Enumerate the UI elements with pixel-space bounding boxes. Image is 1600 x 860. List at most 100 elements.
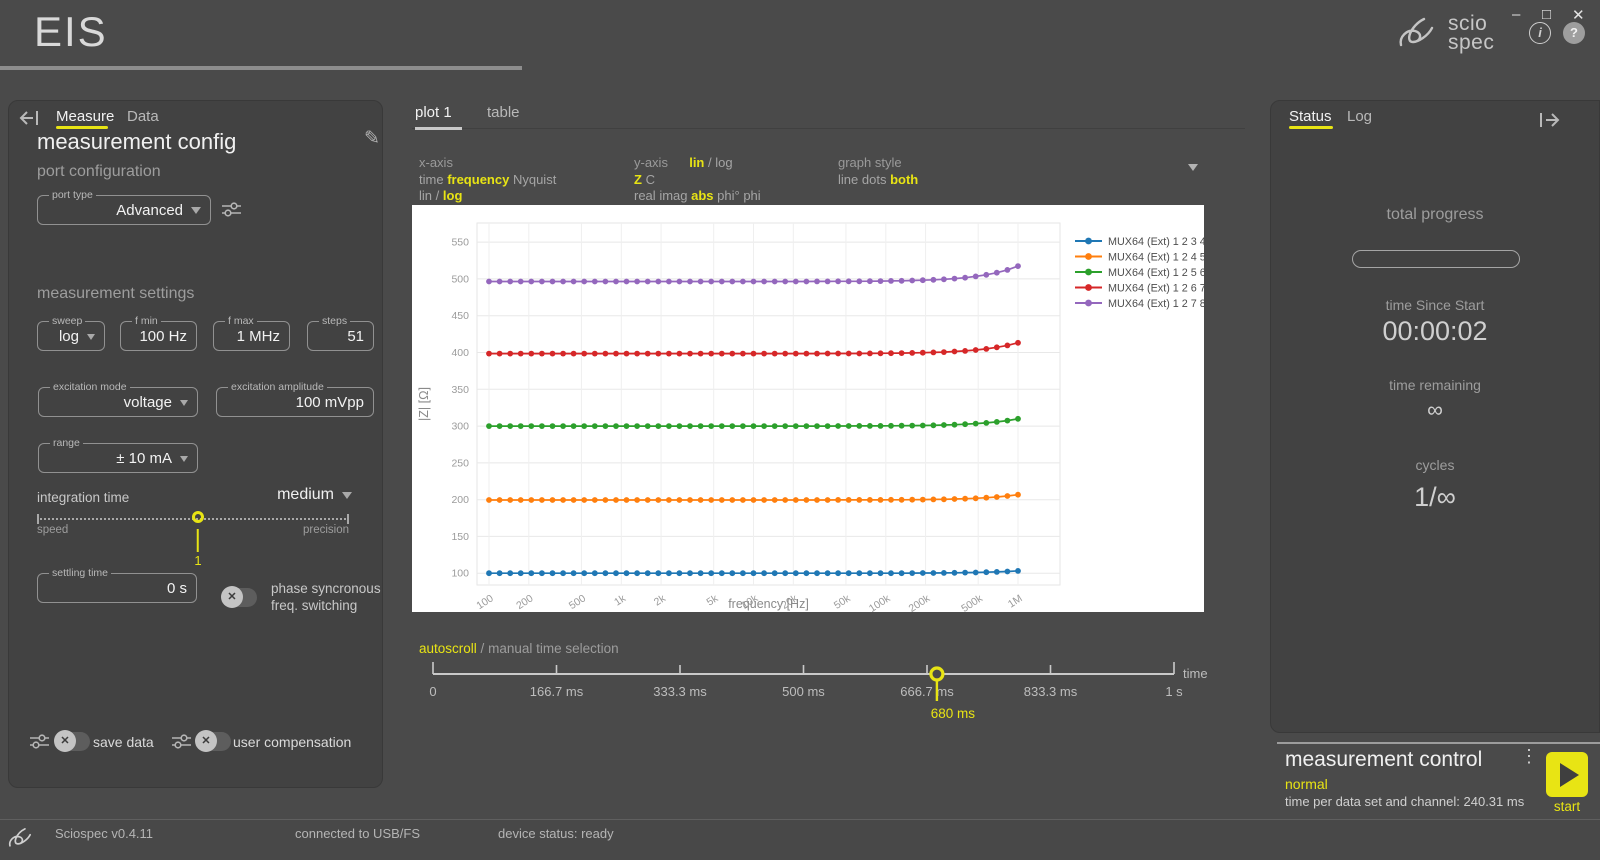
x-axis-mode-frequency[interactable]: frequency xyxy=(447,172,509,187)
sweep-dropdown[interactable]: sweep log xyxy=(37,315,105,351)
manual-time-selection-option[interactable]: manual time selection xyxy=(488,641,619,656)
collapse-right-icon[interactable] xyxy=(1536,110,1560,130)
y-axis-component-imag[interactable]: imag xyxy=(659,188,687,203)
settling-time-value: 0 s xyxy=(167,580,187,597)
excitation-amplitude-field[interactable]: excitation amplitude 100 mVpp xyxy=(216,381,374,417)
y-axis-quantity-z[interactable]: Z xyxy=(634,172,642,187)
svg-text:|Z| [Ω]: |Z| [Ω] xyxy=(417,387,431,421)
svg-text:100: 100 xyxy=(451,568,469,580)
svg-text:0: 0 xyxy=(429,684,436,699)
connection-status: connected to USB/FS xyxy=(295,826,420,841)
slider-precision-label: precision xyxy=(303,524,349,536)
svg-text:MUX64 (Ext) 1 2 5 6: MUX64 (Ext) 1 2 5 6 xyxy=(1108,267,1204,279)
plot-options-collapse-chevron-icon[interactable] xyxy=(1188,158,1198,176)
settling-time-field[interactable]: settling time 0 s xyxy=(37,567,197,603)
graph-style-both[interactable]: both xyxy=(890,172,918,187)
excitation-mode-label: excitation mode xyxy=(50,381,130,393)
tab-table[interactable]: table xyxy=(487,104,520,121)
save-data-toggle[interactable]: ✕ xyxy=(56,732,90,751)
separator: / xyxy=(481,641,485,656)
f-max-label: f max xyxy=(225,315,257,327)
svg-text:300: 300 xyxy=(451,421,469,433)
chevron-down-icon xyxy=(180,400,188,406)
svg-text:frequency [Hz]: frequency [Hz] xyxy=(728,597,809,611)
svg-text:500 ms: 500 ms xyxy=(782,684,825,699)
info-icon[interactable]: i xyxy=(1529,22,1551,44)
tab-plot-1[interactable]: plot 1 xyxy=(415,104,452,121)
tab-status[interactable]: Status xyxy=(1289,108,1332,125)
svg-text:833.3 ms: 833.3 ms xyxy=(1024,684,1078,699)
tab-row-divider xyxy=(412,128,1245,129)
save-data-sliders-icon[interactable] xyxy=(29,733,50,750)
svg-text:MUX64 (Ext) 1 2 4 5: MUX64 (Ext) 1 2 4 5 xyxy=(1108,251,1204,263)
f-max-value: 1 MHz xyxy=(237,328,280,345)
tab-measure[interactable]: Measure xyxy=(56,108,114,125)
graph-style-controls: graph style line dots both xyxy=(838,155,918,188)
y-axis-scale-log[interactable]: log xyxy=(715,155,732,170)
y-axis-quantity-c[interactable]: C xyxy=(646,172,655,187)
y-axis-component-real[interactable]: real xyxy=(634,188,656,203)
graph-style-dots[interactable]: dots xyxy=(862,172,887,187)
svg-text:100: 100 xyxy=(474,592,495,612)
measurement-settings-heading: measurement settings xyxy=(37,285,194,303)
user-compensation-label: user compensation xyxy=(233,734,351,750)
help-icon[interactable]: ? xyxy=(1563,22,1585,44)
steps-field[interactable]: steps 51 xyxy=(307,315,374,351)
integration-time-dropdown[interactable]: medium xyxy=(277,486,352,504)
cycles-value: 1/∞ xyxy=(1271,482,1599,513)
x-axis-scale-log[interactable]: log xyxy=(443,188,463,203)
f-min-value: 100 Hz xyxy=(139,328,187,345)
time-slider[interactable]: 0166.7 ms333.3 ms500 ms666.7 ms833.3 ms1… xyxy=(412,660,1212,740)
autoscroll-option[interactable]: autoscroll xyxy=(419,641,477,656)
graph-style-line[interactable]: line xyxy=(838,172,858,187)
f-min-field[interactable]: f min 100 Hz xyxy=(120,315,197,351)
status-bar: Sciospec v0.4.11 connected to USB/FS dev… xyxy=(0,819,1600,860)
user-compensation-toggle[interactable]: ✕ xyxy=(197,732,231,751)
svg-text:MUX64 (Ext) 1 2 6 7: MUX64 (Ext) 1 2 6 7 xyxy=(1108,282,1204,294)
port-configuration-heading: port configuration xyxy=(37,163,161,181)
kebab-menu-icon[interactable]: ⋮ xyxy=(1520,746,1538,767)
minimize-button[interactable]: – xyxy=(1512,6,1520,23)
tab-log[interactable]: Log xyxy=(1347,108,1372,125)
time-remaining-value: ∞ xyxy=(1271,397,1599,423)
x-axis-scale-lin[interactable]: lin xyxy=(419,188,432,203)
svg-text:50k: 50k xyxy=(832,592,853,612)
cycles-label: cycles xyxy=(1271,457,1599,473)
device-status: device status: ready xyxy=(498,826,614,841)
excitation-mode-value: voltage xyxy=(124,394,172,411)
f-max-field[interactable]: f max 1 MHz xyxy=(213,315,290,351)
x-axis-mode-time[interactable]: time xyxy=(419,172,444,187)
y-axis-component-abs[interactable]: abs xyxy=(691,188,713,203)
integration-slider-track[interactable]: 1 xyxy=(37,518,349,520)
start-button[interactable] xyxy=(1546,752,1588,797)
svg-text:2k: 2k xyxy=(652,592,668,609)
svg-text:250: 250 xyxy=(451,457,469,469)
excitation-mode-dropdown[interactable]: excitation mode voltage xyxy=(38,381,198,417)
app-title: EIS xyxy=(34,8,108,56)
maximize-button[interactable]: □ xyxy=(1542,6,1551,23)
port-settings-sliders-icon[interactable] xyxy=(221,201,242,218)
range-dropdown[interactable]: range ± 10 mA xyxy=(38,437,198,473)
footer-logo-icon xyxy=(8,824,38,852)
steps-value: 51 xyxy=(347,328,364,345)
y-axis-scale-lin[interactable]: lin xyxy=(689,155,704,170)
user-compensation-sliders-icon[interactable] xyxy=(171,733,192,750)
measurement-mode: normal xyxy=(1285,776,1328,792)
phase-sync-label-1: phase syncronous xyxy=(271,581,381,596)
svg-text:500: 500 xyxy=(567,592,588,612)
integration-slider-handle[interactable] xyxy=(192,511,204,523)
svg-text:MUX64 (Ext) 1 2 3 4: MUX64 (Ext) 1 2 3 4 xyxy=(1108,236,1204,248)
edit-pencil-icon[interactable]: ✎ xyxy=(364,127,380,150)
x-axis-mode-nyquist[interactable]: Nyquist xyxy=(513,172,556,187)
integration-slider: 1 speed precision xyxy=(37,518,349,536)
collapse-left-icon[interactable] xyxy=(19,108,43,128)
phase-sync-toggle[interactable]: ✕ xyxy=(223,588,257,607)
measurement-control-title: measurement control xyxy=(1285,748,1482,772)
range-value: ± 10 mA xyxy=(116,450,172,467)
sweep-label: sweep xyxy=(49,315,85,327)
time-selection-mode: autoscroll / manual time selection xyxy=(419,641,619,656)
y-axis-component-phi[interactable]: phi xyxy=(743,188,760,203)
tab-data[interactable]: Data xyxy=(127,108,159,125)
port-type-dropdown[interactable]: port type Advanced xyxy=(37,189,211,225)
y-axis-component-phideg[interactable]: phi° xyxy=(717,188,740,203)
